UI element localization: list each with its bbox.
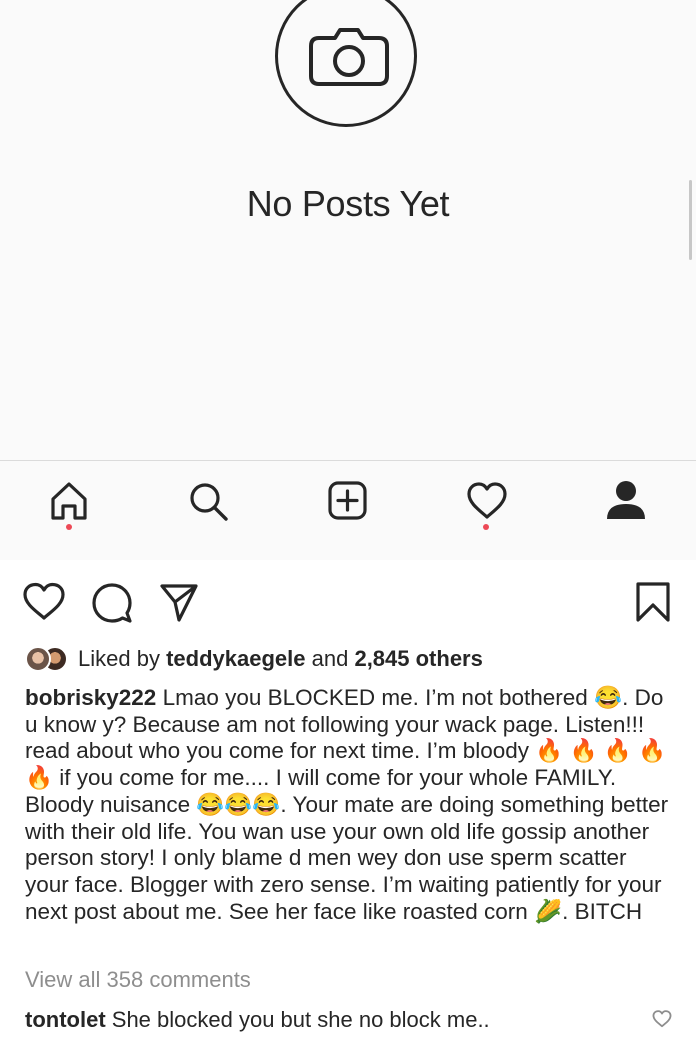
home-icon	[51, 482, 87, 520]
tab-home[interactable]	[47, 479, 91, 523]
tab-profile[interactable]	[604, 479, 648, 523]
laugh-emojis: 😂😂😂	[196, 791, 281, 817]
tab-new-post[interactable]	[326, 479, 370, 523]
person-icon	[607, 481, 645, 519]
profile-posts-area: No Posts Yet	[0, 0, 696, 460]
caption-text: Lmao you BLOCKED me. I’m not bothered	[156, 685, 595, 710]
caption-username[interactable]: bobrisky222	[25, 685, 156, 710]
activity-notification-dot	[483, 524, 489, 530]
liked-by-user[interactable]: teddykaegele	[166, 646, 305, 671]
post: Liked by teddykaegele and 2,845 others b…	[0, 560, 696, 1046]
scroll-indicator	[689, 180, 692, 260]
like-heart-icon[interactable]	[22, 582, 66, 622]
liked-by-middle: and	[311, 646, 349, 671]
laugh-emoji: 😂	[594, 685, 623, 710]
camera-circle	[275, 0, 417, 127]
likes-row[interactable]: Liked by teddykaegele and 2,845 others	[25, 642, 483, 676]
tab-bar	[0, 460, 696, 560]
comment: tontolet She blocked you but she no bloc…	[25, 1007, 490, 1033]
comment-text: She blocked you but she no block me..	[105, 1007, 490, 1032]
camera-icon	[309, 28, 389, 86]
share-icon[interactable]	[159, 583, 199, 623]
likes-text: Liked by teddykaegele and 2,845 others	[78, 646, 483, 672]
avatar	[25, 646, 51, 672]
comment-like-heart-icon[interactable]	[652, 1010, 672, 1028]
home-notification-dot	[66, 524, 72, 530]
tab-search[interactable]	[186, 479, 230, 523]
heart-icon	[467, 482, 507, 519]
empty-state-text: No Posts Yet	[246, 183, 450, 224]
comment-username[interactable]: tontolet	[25, 1007, 106, 1032]
post-caption: bobrisky222 Lmao you BLOCKED me. I’m not…	[25, 685, 675, 925]
likes-count[interactable]: 2,845 others	[354, 646, 482, 671]
plus-square-icon	[328, 481, 367, 520]
corn-emoji: 🌽	[534, 898, 563, 924]
comment-icon[interactable]	[92, 583, 132, 623]
bookmark-icon[interactable]	[636, 582, 670, 622]
search-icon	[190, 483, 228, 521]
view-all-comments-link[interactable]: View all 358 comments	[25, 967, 251, 993]
liked-by-prefix: Liked by	[78, 646, 160, 671]
tab-activity[interactable]	[465, 479, 509, 523]
caption-text: . BITCH	[562, 898, 643, 924]
